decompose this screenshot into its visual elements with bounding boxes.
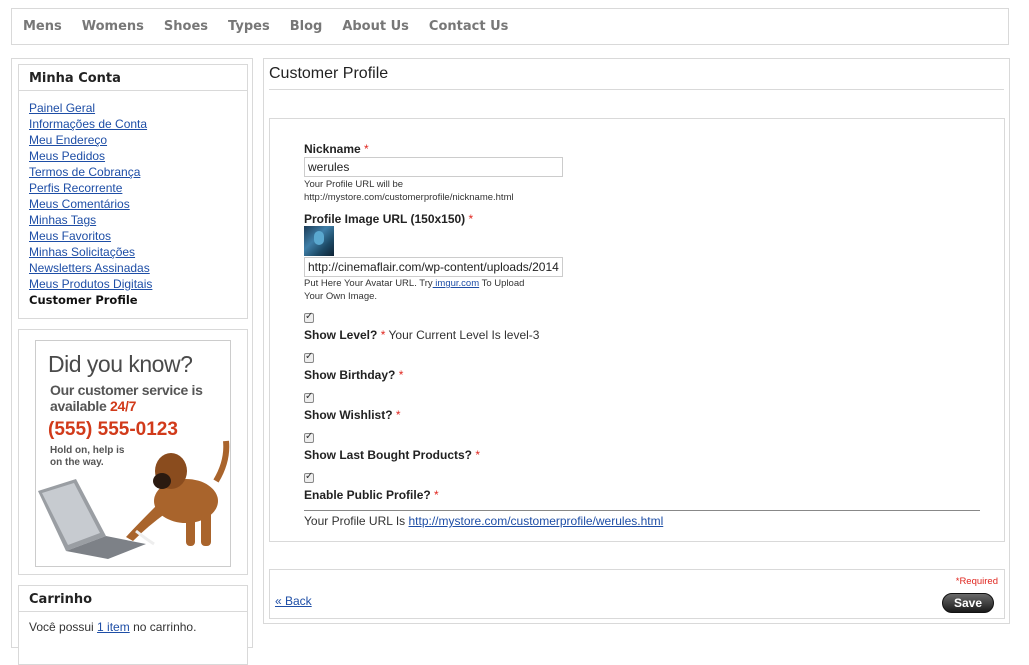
sidebar-item-meus-pedidos[interactable]: Meus Pedidos — [29, 148, 237, 164]
required-marker: * — [395, 408, 401, 422]
sidebar-link[interactable]: Newsletters Assinadas — [29, 261, 150, 275]
nav-blog[interactable]: Blog — [290, 19, 323, 34]
form-divider — [304, 510, 980, 511]
sidebar-link[interactable]: Informações de Conta — [29, 117, 147, 131]
required-marker: * — [364, 142, 369, 156]
sidebar-item-newsletters[interactable]: Newsletters Assinadas — [29, 260, 237, 276]
nav-contact-us[interactable]: Contact Us — [429, 19, 508, 34]
sidebar-link[interactable]: Minhas Tags — [29, 213, 96, 227]
profile-image-url-input[interactable] — [304, 257, 563, 277]
sidebar-item-informacoes-conta[interactable]: Informações de Conta — [29, 116, 237, 132]
sidebar-item-customer-profile: Customer Profile — [29, 293, 138, 307]
sidebar-link[interactable]: Meus Pedidos — [29, 149, 105, 163]
promo-block: Did you know? Our customer service is av… — [18, 329, 248, 575]
profile-image-hint-line-1: Put Here Your Avatar URL. Try imgur.com … — [304, 277, 564, 290]
nav-womens[interactable]: Womens — [82, 19, 144, 34]
enable-public-profile-checkbox[interactable] — [304, 471, 314, 483]
show-last-bought-label: Show Last Bought Products? * — [304, 448, 480, 462]
sidebar-item-minhas-solicitacoes[interactable]: Minhas Solicitações — [29, 244, 237, 260]
sidebar-link[interactable]: Meus Produtos Digitais — [29, 277, 152, 291]
show-birthday-label: Show Birthday? * — [304, 368, 403, 382]
nickname-input[interactable] — [304, 157, 563, 177]
option-label: Show Last Bought Products? — [304, 448, 472, 462]
show-wishlist-label: Show Wishlist? * — [304, 408, 401, 422]
show-wishlist-checkbox[interactable] — [304, 391, 314, 403]
sidebar-item-meus-comentarios[interactable]: Meus Comentários — [29, 196, 237, 212]
avatar-preview — [304, 226, 334, 256]
sidebar-link[interactable]: Minhas Solicitações — [29, 245, 135, 259]
sidebar-item-perfis-recorrente[interactable]: Perfis Recorrente — [29, 180, 237, 196]
sidebar-item-meus-favoritos[interactable]: Meus Favoritos — [29, 228, 237, 244]
show-last-bought-checkbox[interactable] — [304, 431, 314, 443]
nav-mens[interactable]: Mens — [23, 19, 62, 34]
customer-profile-form: Nickname * Your Profile URL will be http… — [269, 118, 1005, 542]
nav-about-us[interactable]: About Us — [342, 19, 409, 34]
option-label: Show Birthday? — [304, 368, 396, 382]
cart-text-prefix: Você possui — [29, 620, 98, 634]
sidebar-link[interactable]: Perfis Recorrente — [29, 181, 122, 195]
hint-suffix: To Upload — [479, 278, 525, 289]
option-label: Enable Public Profile? — [304, 488, 431, 502]
nav-types[interactable]: Types — [228, 19, 270, 34]
cart-text-suffix: no carrinho. — [129, 620, 197, 634]
main-content: Customer Profile Nickname * Your Profile… — [263, 58, 1010, 624]
sidebar-item-painel-geral[interactable]: Painel Geral — [29, 100, 237, 116]
form-actions: *Required « Back Save — [269, 569, 1005, 619]
enable-public-profile-label: Enable Public Profile? * — [304, 488, 439, 502]
nickname-hint-line-2: http://mystore.com/customerprofile/nickn… — [304, 192, 514, 203]
show-birthday-checkbox[interactable] — [304, 351, 314, 363]
level-note: Your Current Level Is level-3 — [385, 328, 540, 342]
imgur-link[interactable]: imgur.com — [433, 278, 479, 289]
account-block-title: Minha Conta — [19, 65, 247, 91]
sidebar-item-meu-endereco[interactable]: Meu Endereço — [29, 132, 237, 148]
title-divider — [269, 89, 1004, 90]
sidebar-link[interactable]: Termos de Cobrança — [29, 165, 140, 179]
nickname-label-text: Nickname — [304, 142, 361, 156]
profile-url-link[interactable]: http://mystore.com/customerprofile/werul… — [409, 514, 664, 528]
profile-image-hint-line-2: Your Own Image. — [304, 291, 378, 302]
cart-summary: Você possui 1 item no carrinho. — [19, 612, 247, 642]
required-marker: * — [434, 488, 439, 502]
nickname-hint: Your Profile URL will be http://mystore.… — [304, 178, 564, 204]
sidebar-link[interactable]: Painel Geral — [29, 101, 95, 115]
sidebar-item-minhas-tags[interactable]: Minhas Tags — [29, 212, 237, 228]
nav-shoes[interactable]: Shoes — [164, 19, 208, 34]
page-title: Customer Profile — [269, 65, 389, 82]
required-marker: * — [468, 212, 474, 226]
option-label: Show Wishlist? — [304, 408, 393, 422]
sidebar-link[interactable]: Meus Comentários — [29, 197, 130, 211]
required-marker: * — [475, 448, 481, 462]
sidebar: Minha Conta Painel Geral Informações de … — [11, 58, 253, 665]
save-button[interactable]: Save — [942, 593, 994, 613]
required-note: *Required — [955, 576, 998, 587]
sidebar-item-produtos-digitais[interactable]: Meus Produtos Digitais — [29, 276, 237, 292]
option-label: Show Level? — [304, 328, 378, 342]
show-level-label: Show Level? * Your Current Level Is leve… — [304, 328, 539, 342]
customer-service-banner[interactable]: Did you know? Our customer service is av… — [35, 340, 231, 567]
required-marker: * — [398, 368, 404, 382]
show-level-checkbox[interactable] — [304, 311, 314, 323]
sidebar-link[interactable]: Meus Favoritos — [29, 229, 111, 243]
profile-image-hint: Put Here Your Avatar URL. Try imgur.com … — [304, 277, 564, 303]
nickname-hint-line-1: Your Profile URL will be — [304, 179, 404, 190]
profile-url-line: Your Profile URL Is http://mystore.com/c… — [304, 514, 663, 528]
profile-image-label-text: Profile Image URL (150x150) — [304, 212, 466, 226]
account-block: Minha Conta Painel Geral Informações de … — [18, 64, 248, 319]
cart-block: Carrinho Você possui 1 item no carrinho. — [18, 585, 248, 665]
sidebar-item-termos-cobranca[interactable]: Termos de Cobrança — [29, 164, 237, 180]
cart-item-link[interactable]: 1 item — [97, 620, 130, 634]
hint-prefix: Put Here Your Avatar URL. Try — [304, 278, 433, 289]
sidebar-link[interactable]: Meu Endereço — [29, 133, 107, 147]
back-link[interactable]: « Back — [275, 594, 312, 608]
dog-laptop-illustration — [38, 440, 230, 559]
nickname-label: Nickname * — [304, 142, 369, 156]
top-navigation: Mens Womens Shoes Types Blog About Us Co… — [11, 8, 1009, 45]
profile-image-label: Profile Image URL (150x150) * — [304, 212, 473, 226]
profile-url-prefix: Your Profile URL Is — [304, 514, 409, 528]
cart-block-title: Carrinho — [19, 586, 247, 612]
